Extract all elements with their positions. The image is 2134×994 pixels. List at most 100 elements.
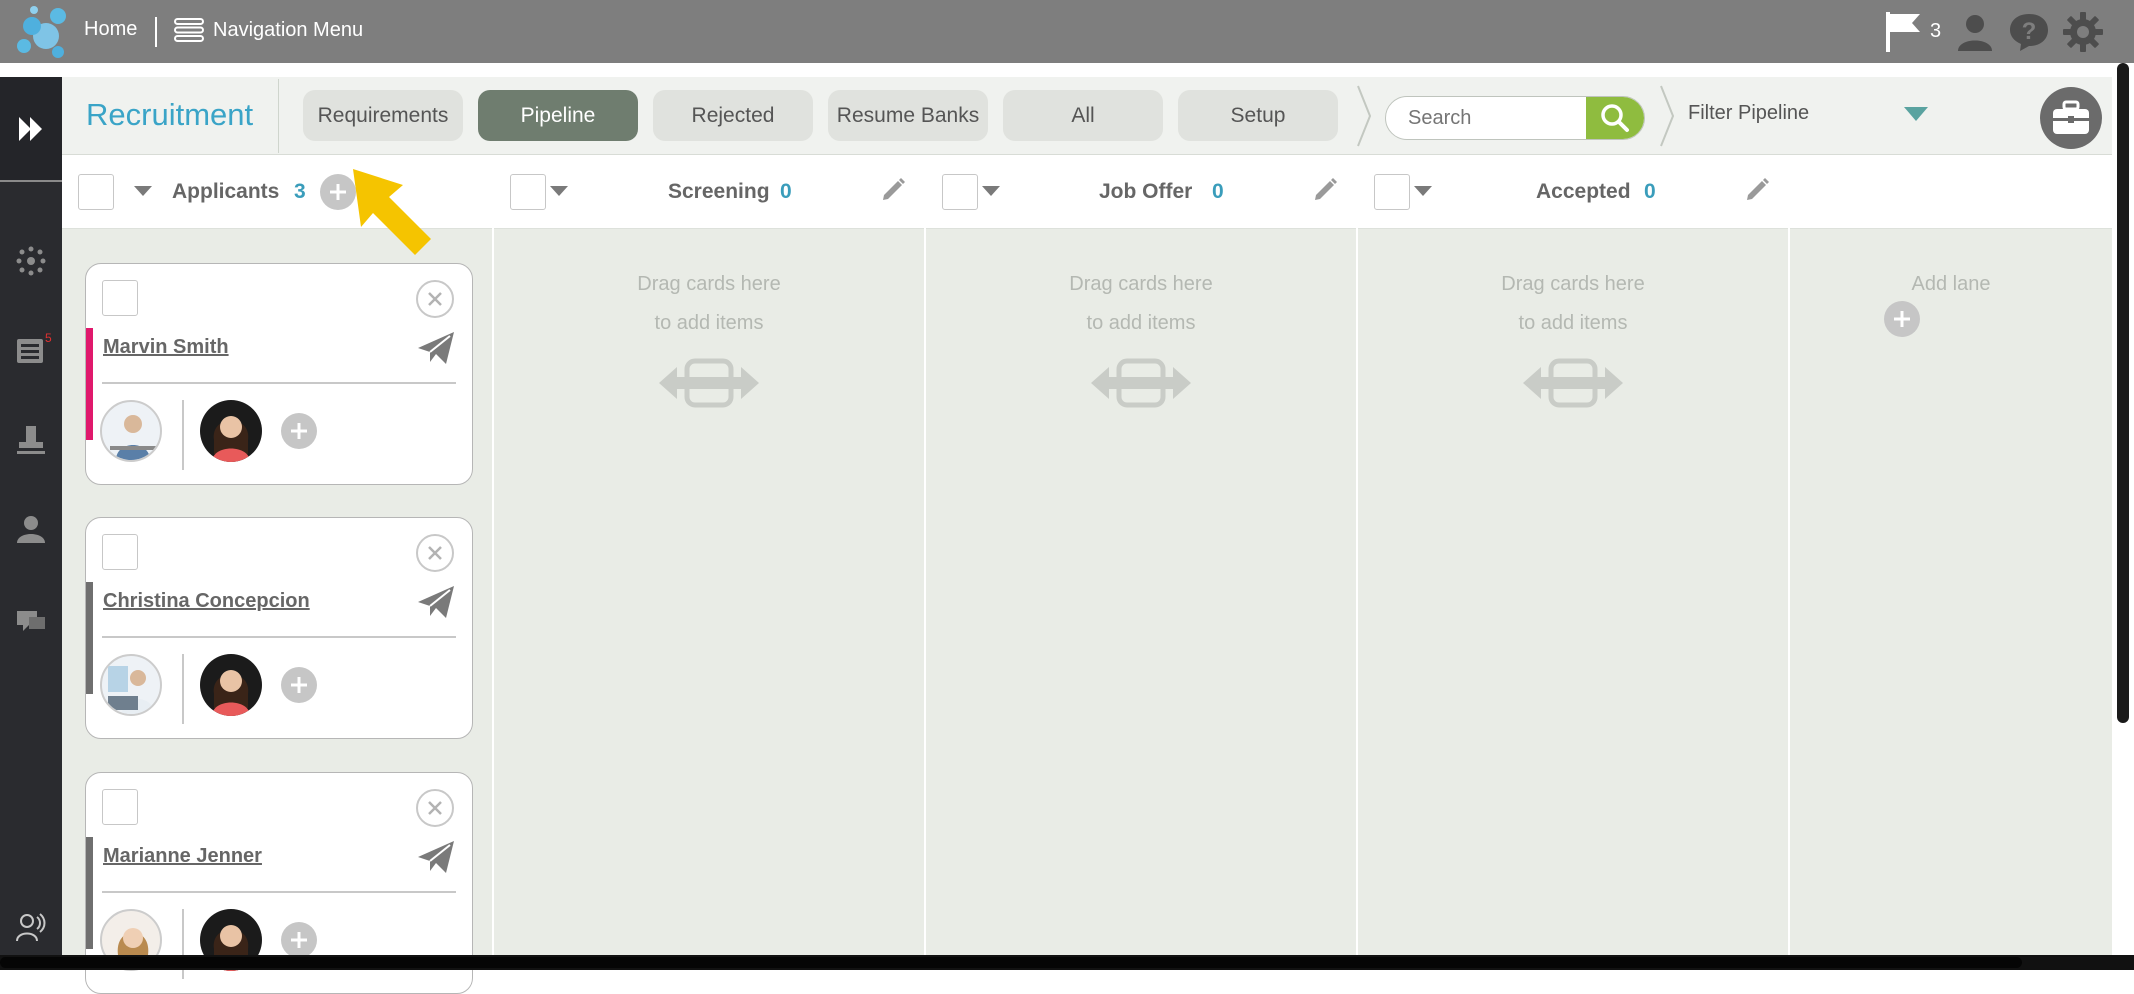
- dashboard-dots-icon[interactable]: [15, 245, 47, 277]
- breadcrumb-chevron-icon: [1357, 85, 1371, 147]
- tab-requirements[interactable]: Requirements: [303, 90, 463, 141]
- chevron-down-icon[interactable]: [1414, 186, 1432, 198]
- card-close-button[interactable]: [416, 280, 454, 318]
- page-title: Recruitment: [86, 97, 254, 132]
- lane-title: Job Offer: [1099, 180, 1193, 203]
- horizontal-scroll-thumb[interactable]: [0, 957, 2022, 968]
- drop-hint-screening: Drag cards here to add items: [494, 265, 924, 343]
- edit-pencil-icon[interactable]: [1744, 175, 1772, 203]
- card-select-checkbox[interactable]: [102, 280, 138, 316]
- search-button[interactable]: [1586, 97, 1644, 139]
- send-paper-plane-icon[interactable]: [416, 584, 456, 620]
- plus-icon: [291, 932, 307, 948]
- applicant-name-link[interactable]: Christina Concepcion: [103, 590, 310, 613]
- navigation-menu-button[interactable]: Navigation Menu: [173, 14, 363, 46]
- lane-header-accepted: Accepted 0: [1358, 155, 1788, 229]
- drop-hint-line: to add items: [654, 312, 764, 334]
- settings-gear-icon[interactable]: [2062, 11, 2104, 53]
- search-input[interactable]: [1386, 97, 1586, 139]
- app-logo-icon[interactable]: [12, 4, 70, 60]
- horizontal-scrollbar[interactable]: [0, 955, 2134, 970]
- avatar-divider: [182, 654, 184, 724]
- user-profile-icon[interactable]: [1954, 11, 1996, 53]
- applicant-name-link[interactable]: Marvin Smith: [103, 336, 229, 359]
- card-select-checkbox[interactable]: [102, 534, 138, 570]
- drop-hint-line: to add items: [1518, 312, 1628, 334]
- lane-header-empty: [1790, 155, 2112, 229]
- svg-text:?: ?: [2022, 18, 2037, 45]
- card-divider: [102, 382, 456, 384]
- filter-dropdown-icon[interactable]: [1904, 107, 1928, 123]
- chevron-down-icon[interactable]: [550, 186, 568, 198]
- applicant-name-link[interactable]: Marianne Jenner: [103, 845, 262, 868]
- add-person-button[interactable]: [281, 667, 317, 703]
- briefcase-button[interactable]: [2040, 87, 2102, 149]
- lane-select-checkbox[interactable]: [1374, 174, 1410, 210]
- add-lane-button[interactable]: [1884, 301, 1920, 337]
- add-person-button[interactable]: [281, 922, 317, 958]
- chevron-down-icon[interactable]: [982, 186, 1000, 198]
- list-icon[interactable]: [15, 335, 47, 367]
- tab-all[interactable]: All: [1003, 90, 1163, 141]
- tab-pipeline[interactable]: Pipeline: [478, 90, 638, 141]
- recruiter-avatar[interactable]: [200, 400, 262, 462]
- contact-broadcast-icon[interactable]: [15, 911, 47, 943]
- stamp-icon[interactable]: [15, 424, 47, 456]
- drop-hint-accepted: Drag cards here to add items: [1358, 265, 1788, 343]
- send-paper-plane-icon[interactable]: [416, 839, 456, 875]
- add-lane-label[interactable]: Add lane: [1790, 265, 2112, 304]
- card-divider: [102, 891, 456, 893]
- filter-pipeline-label[interactable]: Filter Pipeline: [1688, 102, 1809, 125]
- add-person-button[interactable]: [281, 413, 317, 449]
- search-icon: [1601, 104, 1629, 132]
- vertical-scrollbar[interactable]: [2112, 63, 2134, 955]
- lane-header-screening: Screening 0: [494, 155, 924, 229]
- edit-pencil-icon[interactable]: [1312, 175, 1340, 203]
- briefcase-icon: [2053, 100, 2089, 134]
- send-paper-plane-icon[interactable]: [416, 330, 456, 366]
- card-status-bar: [86, 582, 93, 694]
- lane-select-checkbox[interactable]: [942, 174, 978, 210]
- person-icon[interactable]: [15, 513, 47, 545]
- help-icon[interactable]: ?: [2008, 11, 2050, 53]
- lane-select-checkbox[interactable]: [78, 174, 114, 210]
- lane-select-checkbox[interactable]: [510, 174, 546, 210]
- close-icon: [428, 546, 442, 560]
- recruiter-avatar[interactable]: [200, 654, 262, 716]
- drag-arrows-icon: [1091, 358, 1191, 408]
- company-avatar[interactable]: [100, 400, 162, 462]
- office-person-icon: [110, 415, 156, 460]
- chevron-down-icon[interactable]: [134, 186, 152, 198]
- left-sidebar: 5: [0, 77, 62, 970]
- flag-count: 3: [1930, 20, 1942, 42]
- plus-icon: [1894, 311, 1910, 327]
- close-icon: [428, 801, 442, 815]
- company-avatar[interactable]: [100, 654, 162, 716]
- tab-setup[interactable]: Setup: [1178, 90, 1338, 141]
- home-link[interactable]: Home: [84, 18, 137, 41]
- expand-sidebar-button[interactable]: [0, 77, 62, 182]
- card-select-checkbox[interactable]: [102, 789, 138, 825]
- tab-rejected[interactable]: Rejected: [653, 90, 813, 141]
- chat-icon[interactable]: [15, 605, 47, 637]
- close-icon: [428, 292, 442, 306]
- drop-hint-line: Drag cards here: [1069, 273, 1213, 295]
- filter-chevron-icon: [1660, 85, 1674, 147]
- card-status-bar: [86, 837, 93, 949]
- edit-pencil-icon[interactable]: [880, 175, 908, 203]
- double-chevron-right-icon: [19, 116, 42, 141]
- drop-hint-line: to add items: [1086, 312, 1196, 334]
- top-spacer: [0, 63, 2134, 77]
- lane-count: 0: [1644, 180, 1656, 203]
- applicant-card[interactable]: Christina Concepcion: [85, 517, 473, 739]
- card-close-button[interactable]: [416, 789, 454, 827]
- applicant-card[interactable]: Marvin Smith: [85, 263, 473, 485]
- avatar-divider: [182, 400, 184, 470]
- vertical-scroll-thumb[interactable]: [2117, 63, 2129, 723]
- tab-resume-banks[interactable]: Resume Banks: [828, 90, 988, 141]
- card-status-bar: [86, 328, 93, 440]
- flag-icon[interactable]: [1884, 10, 1924, 52]
- plus-icon: [291, 677, 307, 693]
- lane-count: 0: [780, 180, 792, 203]
- card-close-button[interactable]: [416, 534, 454, 572]
